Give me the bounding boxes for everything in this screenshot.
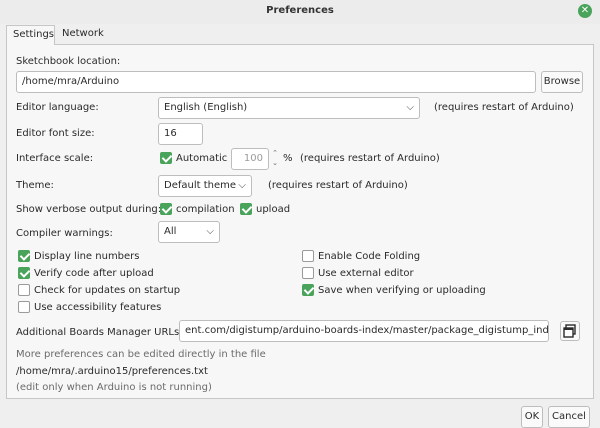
automatic-scale-checkbox[interactable]: [160, 152, 172, 164]
boards-urls-input[interactable]: ent.com/digistump/arduino-boards-index/m…: [179, 320, 549, 342]
save-on-verify-checkbox[interactable]: [302, 284, 314, 296]
chevron-down-icon: ⌵: [206, 226, 214, 237]
verify-after-upload-label: Verify code after upload: [34, 268, 154, 279]
compiler-warnings-select[interactable]: All ⌵: [158, 221, 220, 243]
browse-button[interactable]: Browse: [541, 71, 583, 93]
tab-settings[interactable]: Settings: [6, 25, 55, 45]
interface-scale-input[interactable]: 100: [231, 148, 269, 170]
theme-value: Default theme: [164, 180, 237, 191]
editor-language-label: Editor language:: [16, 102, 99, 113]
compiler-warnings-value: All: [164, 226, 177, 237]
verify-after-upload-checkbox[interactable]: [18, 267, 30, 279]
editor-language-note: (requires restart of Arduino): [434, 102, 574, 113]
external-editor-label: Use external editor: [318, 268, 414, 279]
verbose-compilation-checkbox[interactable]: [160, 203, 172, 215]
window-icon: [563, 324, 576, 338]
tab-network[interactable]: Network: [56, 25, 110, 45]
chevron-down-icon: ⌵: [406, 102, 414, 113]
chevron-down-icon: ⌵: [238, 180, 246, 191]
sketchbook-label: Sketchbook location:: [16, 56, 121, 67]
editor-language-value: English (English): [164, 102, 248, 113]
window-title: Preferences: [266, 5, 334, 16]
accessibility-checkbox[interactable]: [18, 301, 30, 313]
edit-hint: (edit only when Arduino is not running): [16, 382, 212, 393]
chevron-up-icon[interactable]: ⌃: [270, 148, 280, 158]
code-folding-label: Enable Code Folding: [318, 251, 421, 262]
chevron-down-icon[interactable]: ⌄: [270, 158, 280, 168]
theme-select[interactable]: Default theme ⌵: [158, 175, 252, 197]
interface-scale-label: Interface scale:: [16, 153, 94, 164]
compiler-warnings-label: Compiler warnings:: [16, 228, 113, 239]
theme-label: Theme:: [16, 180, 54, 191]
editor-language-select[interactable]: English (English) ⌵: [158, 97, 420, 119]
code-folding-checkbox[interactable]: [302, 250, 314, 262]
check-updates-checkbox[interactable]: [18, 284, 30, 296]
preferences-path: /home/mra/.arduino15/preferences.txt: [16, 366, 208, 377]
close-icon: ✕: [580, 5, 590, 16]
external-editor-checkbox[interactable]: [302, 267, 314, 279]
close-button[interactable]: ✕: [578, 4, 592, 18]
ok-button[interactable]: OK: [521, 406, 543, 428]
edit-urls-button[interactable]: [560, 321, 580, 341]
sketchbook-location-input[interactable]: /home/mra/Arduino: [16, 71, 536, 93]
automatic-scale-label: Automatic: [176, 153, 228, 164]
more-preferences-text: More preferences can be edited directly …: [16, 349, 266, 360]
interface-scale-note: (requires restart of Arduino): [300, 153, 440, 164]
font-size-label: Editor font size:: [16, 128, 95, 139]
boards-urls-label: Additional Boards Manager URLs:: [16, 327, 183, 338]
cancel-button[interactable]: Cancel: [548, 406, 590, 428]
display-line-numbers-checkbox[interactable]: [18, 250, 30, 262]
check-updates-label: Check for updates on startup: [34, 285, 181, 296]
verbose-compilation-label: compilation: [176, 204, 235, 215]
font-size-input[interactable]: 16: [158, 123, 203, 145]
scale-unit: %: [283, 153, 293, 164]
theme-note: (requires restart of Arduino): [268, 180, 408, 191]
save-on-verify-label: Save when verifying or uploading: [318, 285, 486, 296]
verbose-upload-checkbox[interactable]: [240, 203, 252, 215]
display-line-numbers-label: Display line numbers: [34, 251, 140, 262]
accessibility-label: Use accessibility features: [34, 302, 162, 313]
verbose-upload-label: upload: [256, 204, 291, 215]
verbose-label: Show verbose output during:: [16, 204, 162, 215]
scale-stepper[interactable]: ⌃ ⌄: [270, 148, 280, 170]
